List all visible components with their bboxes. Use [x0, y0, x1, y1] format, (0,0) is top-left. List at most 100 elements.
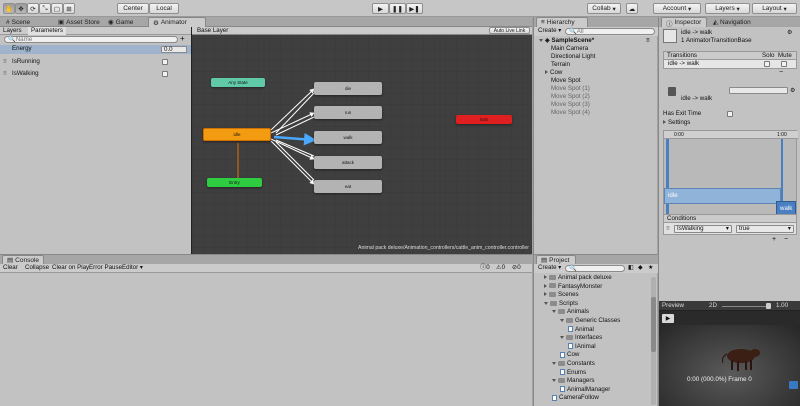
layout-dropdown[interactable]: Layout ▾ [752, 3, 797, 14]
tab-game[interactable]: ◉ Game [104, 17, 137, 27]
params-search-input[interactable]: 🔍Name [4, 36, 178, 43]
project-folder[interactable]: FantasyMonster [544, 283, 602, 291]
transition-timeline[interactable]: 0:00 1:00 idle walk [663, 130, 798, 217]
expand-arrow-icon[interactable] [544, 292, 547, 297]
timeline-marker-start[interactable] [666, 139, 669, 217]
param-row-iswalking[interactable]: ≡ IsWalking [0, 70, 191, 79]
hierarchy-search-input[interactable]: 🔍All [565, 28, 655, 35]
console-info-count[interactable]: ⓘ0 [480, 264, 490, 272]
console-clear-button[interactable]: Clear [3, 264, 18, 272]
project-scrollbar[interactable] [651, 277, 656, 405]
rotate-tool-icon[interactable]: ⟳ [27, 3, 39, 14]
expand-arrow-icon[interactable] [545, 70, 548, 74]
tab-project[interactable]: ▤ Project [536, 255, 576, 264]
console-warning-count[interactable]: ⚠0 [496, 264, 505, 272]
tab-scene[interactable]: # Scene [2, 17, 34, 27]
project-folder[interactable]: Animals [552, 308, 589, 316]
param-name[interactable]: IsRunning [12, 58, 40, 66]
tab-navigation[interactable]: ◭ Navigation [709, 17, 755, 27]
node-entry[interactable]: Entry [207, 178, 262, 187]
tab-layers[interactable]: Layers [3, 27, 22, 35]
hierarchy-item[interactable]: Move Spot (4) [551, 109, 590, 117]
collab-button[interactable]: Collab ▾ [587, 3, 621, 14]
preview-speed-thumb[interactable] [766, 303, 771, 309]
remove-condition-button[interactable]: − [784, 236, 788, 244]
scene-menu-icon[interactable]: ≡ [646, 37, 650, 45]
tab-hierarchy[interactable]: ≡ Hierarchy [536, 17, 588, 27]
project-script[interactable]: CameraFollow [552, 394, 599, 402]
filter-type-icon[interactable]: ◧ [628, 264, 634, 272]
hierarchy-create-dropdown[interactable]: Create ▾ [538, 27, 561, 35]
node-attack[interactable]: attack [314, 156, 382, 169]
project-folder[interactable]: Scenes [544, 291, 579, 299]
param-row-isrunning[interactable]: ≡ IsRunning [0, 58, 191, 67]
cloud-icon[interactable]: ☁ [626, 3, 638, 14]
expand-arrow-icon[interactable] [552, 379, 556, 383]
console-clear-on-play-button[interactable]: Clear on Play [52, 264, 89, 272]
preview-play-button[interactable]: ▶ [662, 314, 674, 323]
tab-console[interactable]: ▤ Console [2, 255, 44, 264]
step-button[interactable]: ▶❚ [406, 3, 423, 14]
project-folder[interactable]: Managers [552, 377, 595, 385]
mute-checkbox[interactable] [781, 61, 787, 67]
expand-arrow-icon[interactable] [539, 39, 543, 42]
preview-speed-slider[interactable] [722, 306, 770, 307]
move-tool-icon[interactable]: ✥ [15, 3, 27, 14]
hierarchy-item[interactable]: Move Spot (1) [551, 85, 590, 93]
account-dropdown[interactable]: Account ▾ [653, 3, 701, 14]
inspector-settings-icon[interactable]: ⚙ [787, 29, 793, 37]
animator-graph[interactable]: Base Layer Auto Live Link Any State idle… [191, 27, 532, 254]
hierarchy-item[interactable]: Move Spot (2) [551, 93, 590, 101]
drag-handle-icon[interactable]: ≡ [3, 58, 7, 66]
expand-arrow-icon[interactable] [544, 283, 547, 288]
timeline-bar-idle[interactable]: idle [664, 188, 781, 204]
node-any-state[interactable]: Any State [211, 78, 265, 87]
node-walk[interactable]: walk [314, 131, 382, 144]
param-row-energy[interactable]: Energy 0.0 [0, 45, 191, 54]
transition-name-field[interactable] [729, 87, 788, 94]
project-script[interactable]: IAnimal [568, 343, 596, 351]
settings-foldout[interactable]: Settings [663, 119, 690, 127]
node-die[interactable]: die [314, 82, 382, 95]
transition-settings-icon[interactable]: ⚙ [790, 87, 796, 95]
project-folder[interactable]: Interfaces [560, 334, 602, 342]
node-exit[interactable]: Exit [456, 115, 512, 124]
project-script[interactable]: Cow [560, 351, 579, 359]
expand-arrow-icon[interactable] [544, 275, 547, 279]
hierarchy-item[interactable]: Move Spot [551, 77, 581, 85]
condition-value-dropdown[interactable]: true ▾ [736, 225, 794, 233]
project-search-input[interactable]: 🔍 [565, 265, 625, 272]
add-param-icon[interactable]: + [180, 35, 185, 43]
pivot-center-button[interactable]: Center [117, 3, 149, 14]
console-error-pause-button[interactable]: Error Pause [89, 264, 122, 272]
node-idle[interactable]: idle [203, 128, 271, 141]
has-exit-time-checkbox[interactable] [727, 111, 733, 117]
project-folder[interactable]: Animal pack deluxe [544, 274, 612, 282]
transition-row[interactable]: idle -> walk [663, 60, 797, 69]
preview-viewport[interactable]: 0:00 (000.0%) Frame 0 [659, 325, 800, 406]
expand-arrow-icon[interactable] [552, 310, 556, 314]
hierarchy-item[interactable]: Directional Light [551, 53, 595, 61]
tab-animator[interactable]: ⚙ Animator [148, 17, 206, 27]
project-scrollbar-thumb[interactable] [651, 297, 656, 352]
project-folder[interactable]: Scripts [544, 300, 578, 308]
filter-label-icon[interactable]: ◆ [638, 264, 643, 272]
tab-asset-store[interactable]: ▣ Asset Store [54, 17, 104, 27]
project-folder[interactable]: Generic Classes [560, 317, 620, 325]
hierarchy-item[interactable]: Cow [545, 69, 562, 77]
tab-inspector[interactable]: ⓘ Inspector [661, 17, 707, 28]
favorite-star-icon[interactable]: ★ [648, 264, 654, 272]
console-editor-dropdown[interactable]: Editor ▾ [122, 264, 143, 272]
node-eat[interactable]: eat [314, 180, 382, 193]
solo-checkbox[interactable] [764, 61, 770, 67]
pause-button[interactable]: ❚❚ [389, 3, 406, 14]
breadcrumb[interactable]: Base Layer [197, 27, 228, 35]
drag-handle-icon[interactable]: ≡ [3, 70, 7, 78]
param-bool-checkbox[interactable] [162, 59, 168, 65]
project-script[interactable]: Animal [568, 326, 594, 334]
pivot-local-button[interactable]: Local [149, 3, 179, 14]
hierarchy-item[interactable]: Move Spot (3) [551, 101, 590, 109]
param-bool-checkbox[interactable] [162, 71, 168, 77]
console-error-count[interactable]: ⊘0 [512, 264, 521, 272]
param-value-field[interactable]: 0.0 [161, 46, 187, 53]
